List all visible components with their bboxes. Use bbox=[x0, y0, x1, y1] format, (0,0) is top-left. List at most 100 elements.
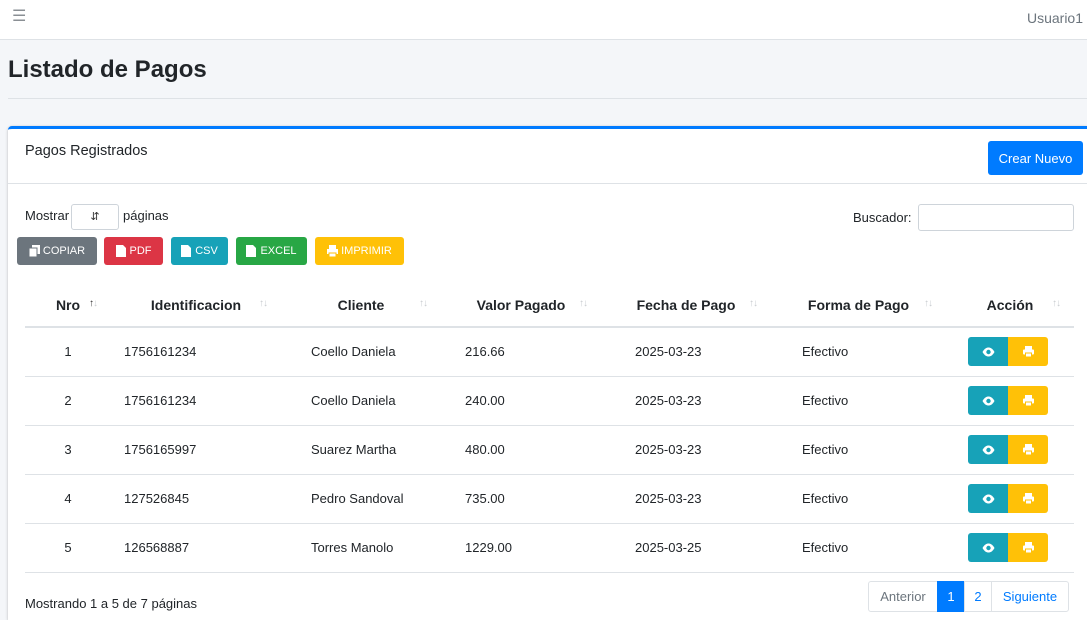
sort-icon: ↑↓ bbox=[924, 298, 933, 309]
file-excel-icon bbox=[246, 245, 257, 257]
pagination-previous[interactable]: Anterior bbox=[868, 581, 938, 612]
hamburger-icon[interactable]: ☰ bbox=[12, 9, 26, 25]
print-icon bbox=[1022, 346, 1034, 358]
col-header-fecha[interactable]: Fecha de Pago ↑↓ bbox=[601, 283, 771, 328]
pdf-label: PDF bbox=[129, 245, 152, 257]
csv-button[interactable]: CSV bbox=[171, 237, 228, 265]
payments-table: Nro ↑↓ Identificacion ↑↓ Cliente ↑↓ Valor P… bbox=[25, 283, 1074, 573]
csv-label: CSV bbox=[195, 245, 218, 257]
card-header: Pagos Registrados Crear Nuevo bbox=[8, 129, 1087, 184]
print-row-button[interactable] bbox=[1008, 484, 1048, 513]
table-row: 5 126568887 Torres Manolo 1229.00 2025-03-25… bbox=[25, 523, 1074, 573]
table-cell: 2025-03-23 bbox=[601, 474, 771, 524]
table-cell: Efectivo bbox=[771, 376, 946, 426]
eye-icon bbox=[982, 396, 994, 405]
table-cell: 1756165997 bbox=[111, 425, 281, 475]
col-header-identificacion[interactable]: Identificacion ↑↓ bbox=[111, 283, 281, 328]
table-header-row: Nro ↑↓ Identificacion ↑↓ Cliente ↑↓ Valor P… bbox=[25, 283, 1074, 328]
table-cell: Pedro Sandoval bbox=[281, 474, 441, 524]
print-label: IMPRIMIR bbox=[341, 245, 392, 257]
action-cell bbox=[946, 523, 1074, 573]
divider bbox=[8, 98, 1087, 99]
table-cell: 4 bbox=[25, 474, 111, 524]
copy-button[interactable]: COPIAR bbox=[17, 237, 97, 265]
table-cell: Efectivo bbox=[771, 474, 946, 524]
table-cell: 1229.00 bbox=[441, 523, 601, 573]
page-title: Listado de Pagos bbox=[8, 56, 207, 83]
table-info: Mostrando 1 a 5 de 7 páginas bbox=[25, 596, 198, 611]
excel-button[interactable]: EXCEL bbox=[236, 237, 307, 265]
table-cell: Efectivo bbox=[771, 425, 946, 475]
action-cell bbox=[946, 376, 1074, 426]
search-label: Buscador: bbox=[853, 210, 912, 225]
col-header-cliente[interactable]: Cliente ↑↓ bbox=[281, 283, 441, 328]
table-cell: 735.00 bbox=[441, 474, 601, 524]
page-length-select[interactable]: ⇵ bbox=[71, 204, 119, 230]
table-cell: 240.00 bbox=[441, 376, 601, 426]
create-new-button[interactable]: Crear Nuevo bbox=[988, 141, 1083, 175]
eye-icon bbox=[982, 494, 994, 503]
table-cell: 2 bbox=[25, 376, 111, 426]
print-row-button[interactable] bbox=[1008, 533, 1048, 562]
sort-icon: ↑↓ bbox=[749, 298, 758, 309]
pagination-page-2[interactable]: 2 bbox=[964, 581, 992, 612]
print-icon bbox=[1022, 395, 1034, 406]
action-cell bbox=[946, 327, 1074, 377]
table-cell: 127526845 bbox=[111, 474, 281, 524]
table-cell: 216.66 bbox=[441, 327, 601, 377]
print-icon bbox=[1022, 542, 1034, 553]
col-header-forma[interactable]: Forma de Pago ↑↓ bbox=[771, 283, 946, 328]
view-button[interactable] bbox=[968, 386, 1008, 415]
table-cell: 480.00 bbox=[441, 425, 601, 475]
table-cell: Torres Manolo bbox=[281, 523, 441, 573]
payments-card: Pagos Registrados Crear Nuevo Mostrar ⇵ … bbox=[8, 126, 1087, 620]
print-icon bbox=[1022, 493, 1034, 504]
sort-icon: ↑↓ bbox=[89, 298, 98, 309]
table-cell: 2025-03-23 bbox=[601, 376, 771, 426]
view-button[interactable] bbox=[968, 484, 1008, 513]
col-header-accion[interactable]: Acción ↑↓ bbox=[946, 283, 1074, 328]
sort-icon: ↑↓ bbox=[259, 298, 268, 309]
table-cell: 1756161234 bbox=[111, 327, 281, 377]
table-cell: 3 bbox=[25, 425, 111, 475]
pagination-next[interactable]: Siguiente bbox=[991, 581, 1069, 612]
user-menu[interactable]: Usuario1 bbox=[1027, 10, 1083, 26]
print-row-button[interactable] bbox=[1008, 337, 1048, 367]
col-header-valor[interactable]: Valor Pagado ↑↓ bbox=[441, 283, 601, 328]
table-cell: Coello Daniela bbox=[281, 327, 441, 377]
pagination-page-1[interactable]: 1 bbox=[937, 581, 965, 612]
view-button[interactable] bbox=[968, 435, 1008, 464]
view-button[interactable] bbox=[968, 533, 1008, 562]
file-pdf-icon bbox=[115, 245, 126, 257]
col-header-nro[interactable]: Nro ↑↓ bbox=[25, 283, 111, 328]
eye-icon bbox=[982, 543, 994, 552]
print-button[interactable]: IMPRIMIR bbox=[315, 237, 404, 265]
pdf-button[interactable]: PDF bbox=[104, 237, 163, 265]
eye-icon bbox=[982, 445, 994, 454]
print-row-button[interactable] bbox=[1008, 435, 1048, 464]
table-cell: 126568887 bbox=[111, 523, 281, 573]
table-cell: 2025-03-23 bbox=[601, 327, 771, 377]
search-input[interactable] bbox=[918, 204, 1074, 231]
print-icon bbox=[327, 245, 339, 257]
copy-label: COPIAR bbox=[42, 245, 86, 257]
file-csv-icon bbox=[181, 245, 192, 257]
action-cell bbox=[946, 474, 1074, 524]
eye-icon bbox=[982, 347, 994, 357]
sort-icon: ↑↓ bbox=[1052, 298, 1061, 309]
print-row-button[interactable] bbox=[1008, 386, 1048, 415]
table-cell: Efectivo bbox=[771, 327, 946, 377]
show-label: Mostrar bbox=[25, 208, 70, 223]
sort-icon: ↑↓ bbox=[579, 298, 588, 309]
table-cell: 1 bbox=[25, 327, 111, 377]
pagination: Anterior 1 2 Siguiente bbox=[868, 581, 1069, 612]
table-cell: Suarez Martha bbox=[281, 425, 441, 475]
table-cell: 2025-03-23 bbox=[601, 425, 771, 475]
view-button[interactable] bbox=[968, 337, 1008, 367]
table-cell: 5 bbox=[25, 523, 111, 573]
table-cell: 1756161234 bbox=[111, 376, 281, 426]
excel-label: EXCEL bbox=[260, 245, 297, 257]
sort-icon: ↑↓ bbox=[419, 298, 428, 309]
top-navbar: ☰ Usuario1 bbox=[0, 0, 1087, 40]
table-cell: 2025-03-25 bbox=[601, 523, 771, 573]
